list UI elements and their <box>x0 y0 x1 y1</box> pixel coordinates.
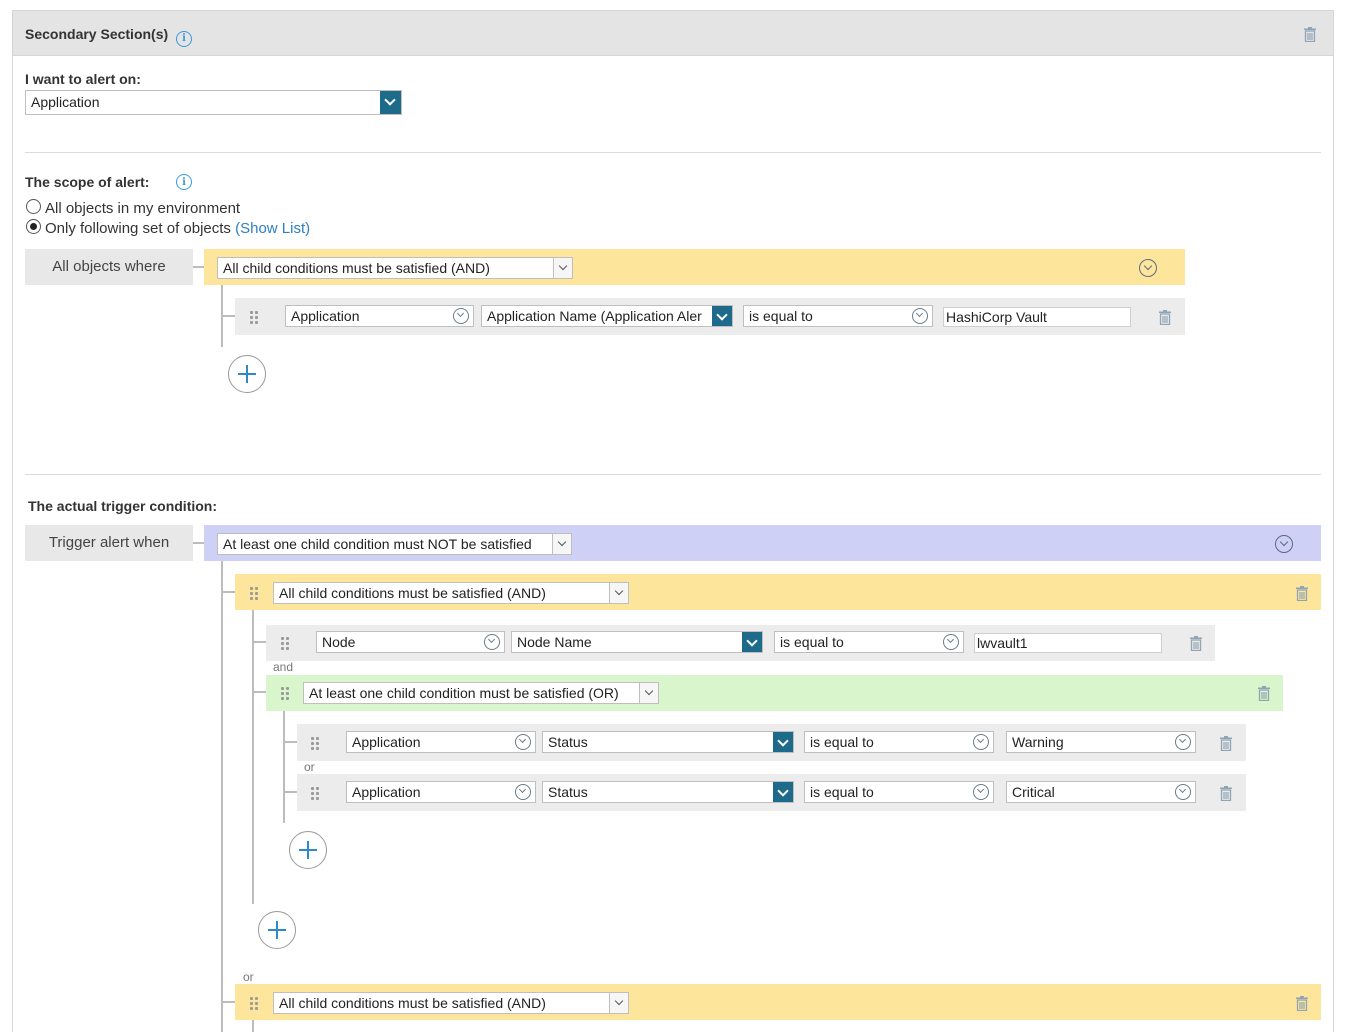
trigger-alert-when-label: Trigger alert when <box>25 525 193 561</box>
drag-handle-icon[interactable] <box>250 311 258 324</box>
trash-icon[interactable] <box>1158 310 1172 325</box>
secondary-section-panel <box>12 10 1334 1032</box>
chevron-down-icon <box>515 784 531 800</box>
divider <box>25 152 1321 153</box>
warning-comparison-select[interactable]: is equal to <box>804 731 994 753</box>
drag-handle-icon[interactable] <box>311 787 319 800</box>
chevron-down-icon <box>973 784 989 800</box>
chevron-down-icon <box>515 734 531 750</box>
chevron-down-icon <box>1175 734 1191 750</box>
or-joiner-label: or <box>243 970 254 984</box>
trigger-root-operator-select[interactable]: At least one child condition must NOT be… <box>217 533 572 555</box>
section-header: Secondary Section(s) i <box>12 10 1334 56</box>
warning-field-select[interactable]: Status <box>542 731 794 753</box>
chevron-down-icon <box>943 634 959 650</box>
or-joiner-label: or <box>304 760 315 774</box>
drag-handle-icon[interactable] <box>281 687 289 700</box>
warning-object-select[interactable]: Application <box>346 731 536 753</box>
trigger-label: The actual trigger condition: <box>28 498 218 514</box>
drag-handle-icon[interactable] <box>281 637 289 650</box>
drag-handle-icon[interactable] <box>311 737 319 750</box>
chevron-down-icon <box>609 583 628 603</box>
critical-object-select[interactable]: Application <box>346 781 536 803</box>
chevron-down-icon <box>973 734 989 750</box>
node-object-select[interactable]: Node <box>316 631 505 653</box>
chevron-down-icon <box>912 308 928 324</box>
scope-value-input[interactable]: HashiCorp Vault <box>943 307 1131 327</box>
trash-icon[interactable] <box>1295 586 1309 601</box>
scope-comparison-select[interactable]: is equal to <box>743 305 933 327</box>
radio-all-objects-label: All objects in my environment <box>45 200 241 217</box>
trash-icon[interactable] <box>1295 996 1309 1011</box>
chevron-down-icon <box>639 683 658 703</box>
and-joiner-label: and <box>273 660 294 674</box>
trash-icon[interactable] <box>1303 27 1317 42</box>
group1-operator-select[interactable]: All child conditions must be satisfied (… <box>273 582 629 604</box>
scope-label: The scope of alert: <box>25 174 150 190</box>
chevron-down-icon <box>552 534 571 554</box>
alert-on-label: I want to alert on: <box>25 71 141 87</box>
node-comparison-select[interactable]: is equal to <box>774 631 964 653</box>
critical-field-select[interactable]: Status <box>542 781 794 803</box>
chevron-down-icon <box>773 782 793 802</box>
chevron-down-icon <box>380 91 401 114</box>
info-icon[interactable]: i <box>176 30 193 47</box>
trash-icon[interactable] <box>1219 736 1233 751</box>
chevron-down-icon <box>742 632 762 652</box>
group2-operator-select[interactable]: All child conditions must be satisfied (… <box>273 992 629 1014</box>
chevron-down-icon <box>484 634 500 650</box>
drag-handle-icon[interactable] <box>250 587 258 600</box>
drag-handle-icon[interactable] <box>250 997 258 1010</box>
radio-all-objects[interactable] <box>26 199 41 214</box>
chevron-down-icon <box>773 732 793 752</box>
trash-icon[interactable] <box>1219 786 1233 801</box>
chevron-down-icon <box>609 993 628 1013</box>
chevron-down-icon <box>553 258 572 278</box>
trash-icon[interactable] <box>1257 686 1271 701</box>
scope-field-select[interactable]: Application Name (Application Aler <box>481 305 733 327</box>
show-list-link[interactable]: (Show List) <box>235 220 310 237</box>
add-condition-icon[interactable] <box>228 355 266 393</box>
all-objects-where-label: All objects where <box>25 249 193 285</box>
chevron-down-icon <box>1175 784 1191 800</box>
divider <box>25 474 1321 475</box>
node-value-input[interactable]: lwvault1 <box>974 633 1162 653</box>
scope-group-operator-select[interactable]: All child conditions must be satisfied (… <box>217 257 573 279</box>
chevron-down-icon <box>712 306 732 326</box>
add-condition-icon[interactable] <box>289 831 327 869</box>
critical-value-select[interactable]: Critical <box>1006 781 1196 803</box>
info-icon[interactable]: i <box>176 174 192 190</box>
radio-following-objects-label: Only following set of objects (Show List… <box>45 220 311 237</box>
collapse-icon[interactable] <box>1139 259 1157 277</box>
radio-following-objects[interactable] <box>26 219 41 234</box>
section-title: Secondary Section(s) i <box>25 26 193 47</box>
trash-icon[interactable] <box>1189 636 1203 651</box>
critical-comparison-select[interactable]: is equal to <box>804 781 994 803</box>
scope-object-select[interactable]: Application <box>285 305 474 327</box>
collapse-icon[interactable] <box>1275 535 1293 553</box>
node-field-select[interactable]: Node Name <box>511 631 763 653</box>
warning-value-select[interactable]: Warning <box>1006 731 1196 753</box>
add-condition-icon[interactable] <box>258 911 296 949</box>
chevron-down-icon <box>453 308 469 324</box>
or-subgroup-operator-select[interactable]: At least one child condition must be sat… <box>303 682 659 704</box>
alert-on-select[interactable]: Application <box>25 90 402 115</box>
